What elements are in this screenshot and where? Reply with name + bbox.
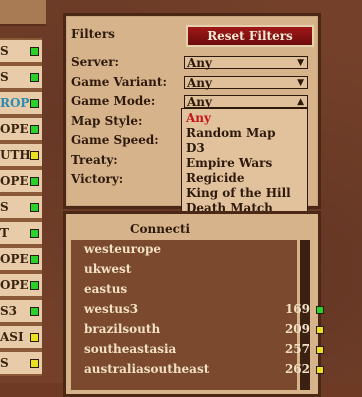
status-indicator-icon [30,202,39,212]
server-list-item[interactable]: S [0,350,42,376]
server-list-item[interactable]: UTH [0,142,42,168]
status-indicator-icon [30,280,39,290]
status-indicator-icon [30,72,39,82]
connection-server-name: australiasoutheast [84,362,210,376]
status-indicator-icon [30,124,39,134]
dropdown-option[interactable]: Regicide [186,171,244,186]
status-indicator-icon [30,228,39,238]
server-list-item[interactable]: OPE [0,116,42,142]
connection-row[interactable]: ukwest [84,262,284,279]
chevron-down-icon: ▼ [297,58,304,68]
server-list-item-label: T [0,226,9,240]
server-list-item[interactable]: S [0,194,42,220]
connection-server-name: southeastasia [84,342,177,356]
connection-server-name: eastus [84,282,128,296]
connection-row[interactable]: westeurope [84,242,284,259]
dropdown-option[interactable]: D3 [186,141,205,156]
filter-label: Game Speed: [71,133,159,147]
filter-label: Game Mode: [71,94,156,108]
filters-title: Filters [71,27,115,41]
server-list-item-label: S [0,356,9,370]
status-indicator-icon [316,306,324,314]
filter-select-value: Any [187,95,213,109]
chevron-down-icon: ▼ [297,77,304,88]
connection-ping: 257 [284,342,310,356]
dropdown-option[interactable]: King of the Hill [186,186,291,201]
status-indicator-icon [30,306,39,316]
connection-header: Connecti [130,222,191,236]
server-list-item-label: ROP [0,96,30,110]
filter-select[interactable]: Any ▲ [184,95,308,109]
connection-server-name: westeurope [84,242,161,256]
reset-filters-button[interactable]: Reset Filters [186,25,314,47]
status-indicator-icon [30,176,39,186]
connection-row[interactable]: westus3 169 [84,302,324,319]
filter-label: Game Variant: [71,74,167,89]
connection-server-name: ukwest [84,262,132,276]
status-indicator-icon [30,254,39,264]
dropdown-option[interactable]: Random Map [186,126,275,141]
server-list-item[interactable]: OPE [0,246,42,272]
status-indicator-icon [30,358,39,368]
connection-server-name: westus3 [84,302,139,316]
server-list-header [0,0,46,26]
server-list-item-label: UTH [0,148,30,162]
server-list-item-label: OPE [0,278,29,292]
server-list-item[interactable]: S [0,64,42,90]
filter-select[interactable]: Any ▼ [184,56,308,70]
server-list-item[interactable]: S3 [0,298,42,324]
status-indicator-icon [30,46,39,56]
server-list-item-label: S [0,44,9,58]
filter-label: Map Style: [71,113,143,128]
status-indicator-icon [30,332,39,342]
dropdown-option[interactable]: Any [186,111,211,126]
connection-row[interactable]: brazilsouth 209 [84,322,324,339]
connection-row[interactable]: australiasoutheast 262 [84,362,324,379]
server-list-item[interactable]: T [0,220,42,246]
server-list: S S ROP OPE UTH OPE S T OPE OPE S3 ASI S [0,0,46,383]
server-list-item-label: OPE [0,252,29,266]
filter-select-value: Any [187,75,213,90]
status-indicator-icon [316,346,324,354]
filter-select-value: Any [187,56,213,70]
connection-panel: Connecti westeurope ukwest eastus westus3 16… [63,211,324,397]
server-list-item-label: S3 [0,304,18,318]
server-list-item[interactable]: S [0,38,42,64]
connection-row[interactable]: eastus [84,282,284,299]
server-list-item[interactable]: OPE [0,168,42,194]
status-indicator-icon [30,98,39,108]
dropdown-option[interactable]: Empire Wars [186,156,272,171]
filter-select[interactable]: Any ▼ [184,75,308,90]
connection-server-name: brazilsouth [84,322,161,336]
connection-row[interactable]: southeastasia 257 [84,342,324,359]
server-list-item-label: OPE [0,174,29,188]
connection-ping: 262 [284,362,310,376]
server-list-item[interactable]: ROP [0,90,42,116]
connection-ping: 209 [284,322,310,336]
status-indicator-icon [30,150,39,160]
status-indicator-icon [316,326,324,334]
filter-label: Treaty: [71,152,118,167]
server-list-item-label: OPE [0,122,29,136]
filter-label: Victory: [71,172,124,186]
status-indicator-icon [316,366,324,374]
server-list-item[interactable]: ASI [0,324,42,350]
connection-ping: 169 [284,302,310,316]
server-list-item-label: S [0,200,9,214]
server-list-item[interactable]: OPE [0,272,42,298]
server-list-item-label: ASI [0,330,24,344]
filter-label: Server: [71,55,119,69]
server-list-item-label: S [0,70,9,84]
